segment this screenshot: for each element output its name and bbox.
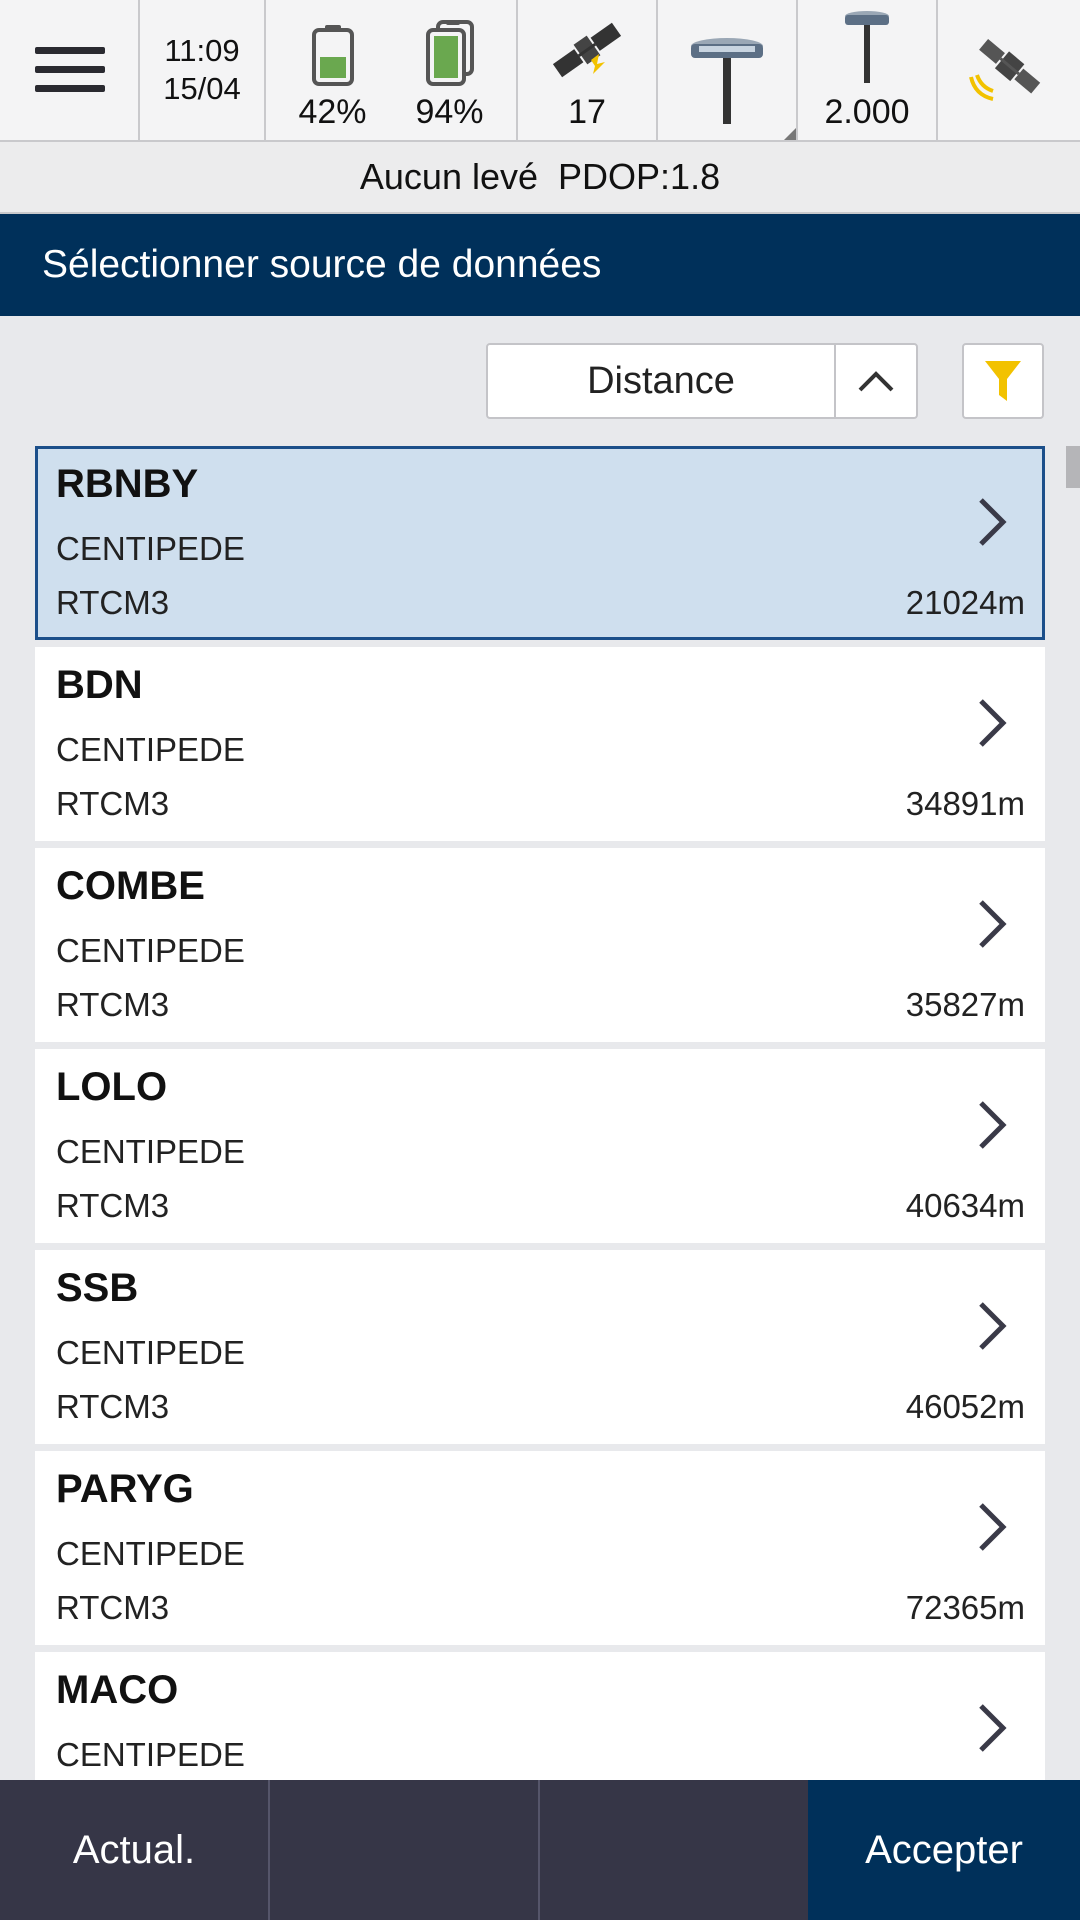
station-name: COMBE — [56, 864, 205, 908]
page-title: Sélectionner source de données — [42, 243, 602, 286]
clock-cell: 11:09 15/04 — [140, 0, 266, 140]
satellite-icon — [552, 22, 622, 78]
station-list-item[interactable]: COMBE CENTIPEDE RTCM3 35827m — [35, 848, 1045, 1042]
station-name: RBNBY — [56, 462, 199, 506]
satellites-cell[interactable]: 17 — [518, 0, 658, 140]
app-root: 11:09 15/04 42% 94% 17 2.000 Aucun levé … — [0, 0, 1080, 1920]
chevron-right-icon — [979, 1101, 1007, 1149]
survey-state-text: Aucun levé — [359, 156, 539, 197]
station-network: CENTIPEDE — [56, 1334, 245, 1371]
station-distance: 35827m — [905, 986, 1025, 1023]
antenna-height-cell[interactable]: 2.000 — [798, 0, 938, 140]
station-network: CENTIPEDE — [56, 1535, 245, 1572]
filter-button[interactable] — [962, 343, 1044, 419]
sort-direction-button[interactable] — [836, 345, 916, 417]
station-format: RTCM3 — [56, 785, 170, 822]
station-list-item[interactable]: LOLO CENTIPEDE RTCM3 40634m — [35, 1049, 1045, 1243]
station-format: RTCM3 — [56, 1388, 170, 1425]
station-format: RTCM3 — [56, 986, 170, 1023]
chevron-right-icon — [979, 900, 1007, 948]
satellite-count: 17 — [568, 93, 606, 131]
chevron-right-icon — [979, 498, 1007, 546]
controller-battery-text: 42% — [298, 93, 367, 131]
station-network: CENTIPEDE — [56, 1133, 245, 1170]
station-network: CENTIPEDE — [56, 1736, 245, 1773]
station-network: CENTIPEDE — [56, 731, 245, 768]
receiver-battery: 94% — [415, 20, 484, 132]
station-name: BDN — [56, 663, 143, 707]
page-title-bar: Sélectionner source de données — [0, 214, 1080, 316]
controller-battery: 42% — [298, 24, 367, 132]
station-name: LOLO — [56, 1065, 168, 1109]
station-list[interactable]: RBNBY CENTIPEDE RTCM3 21024m BDN CENTIPEDE RTC… — [35, 446, 1045, 1780]
antenna-height-text: 2.000 — [824, 93, 910, 131]
pdop-text: PDOP:1.8 — [558, 156, 721, 197]
battery-double-icon — [425, 20, 474, 86]
battery-icon — [311, 25, 354, 86]
menu-button[interactable] — [0, 0, 140, 140]
menu-icon — [35, 47, 105, 93]
gnss-receiver-icon — [691, 38, 763, 124]
accept-button[interactable]: Accepter — [808, 1780, 1080, 1920]
chevron-right-icon — [979, 699, 1007, 747]
survey-status-bar: Aucun levé PDOP:1.8 — [0, 142, 1080, 214]
receiver-cell[interactable] — [658, 0, 798, 140]
satellite-signal-icon — [969, 39, 1041, 101]
corner-indicator — [784, 128, 796, 140]
station-distance: 72365m — [905, 1589, 1025, 1626]
station-list-item[interactable]: PARYG CENTIPEDE RTCM3 72365m — [35, 1451, 1045, 1645]
station-list-item[interactable]: BDN CENTIPEDE RTCM3 34891m — [35, 647, 1045, 841]
station-distance: 46052m — [905, 1388, 1025, 1425]
chevron-right-icon — [979, 1503, 1007, 1551]
receiver-battery-text: 94% — [415, 93, 484, 131]
sort-dropdown[interactable]: Distance — [486, 343, 918, 419]
status-bar: 11:09 15/04 42% 94% 17 2.000 — [0, 0, 1080, 142]
station-network: CENTIPEDE — [56, 530, 245, 567]
station-format: RTCM3 — [56, 584, 170, 621]
station-name: MACO — [56, 1668, 179, 1712]
filter-icon — [985, 361, 1021, 401]
station-name: SSB — [56, 1266, 139, 1310]
station-distance: 34891m — [905, 785, 1025, 822]
refresh-button[interactable]: Actual. — [0, 1780, 268, 1920]
sort-field-label[interactable]: Distance — [488, 345, 836, 417]
station-distance: 40634m — [905, 1187, 1025, 1224]
date-text: 15/04 — [163, 71, 241, 106]
chevron-right-icon — [979, 1302, 1007, 1350]
station-list-item[interactable]: SSB CENTIPEDE RTCM3 46052m — [35, 1250, 1045, 1444]
signal-cell[interactable] — [938, 0, 1080, 140]
rod-icon — [845, 11, 889, 83]
station-network: CENTIPEDE — [56, 932, 245, 969]
station-name: PARYG — [56, 1467, 194, 1511]
station-distance: 21024m — [905, 584, 1025, 621]
time-text: 11:09 — [164, 33, 240, 68]
softkey-2[interactable] — [270, 1780, 538, 1920]
station-list-item[interactable]: RBNBY CENTIPEDE RTCM3 21024m — [35, 446, 1045, 640]
bottom-bar: Actual. Accepter — [0, 1780, 1080, 1920]
station-format: RTCM3 — [56, 1589, 170, 1626]
scrollbar-thumb[interactable] — [1066, 446, 1080, 488]
station-format: RTCM3 — [56, 1187, 170, 1224]
station-list-item[interactable]: MACO CENTIPEDE — [35, 1652, 1045, 1780]
chevron-up-icon — [858, 371, 894, 392]
softkey-3[interactable] — [540, 1780, 808, 1920]
battery-cell[interactable]: 42% 94% — [266, 0, 518, 140]
chevron-right-icon — [979, 1704, 1007, 1752]
